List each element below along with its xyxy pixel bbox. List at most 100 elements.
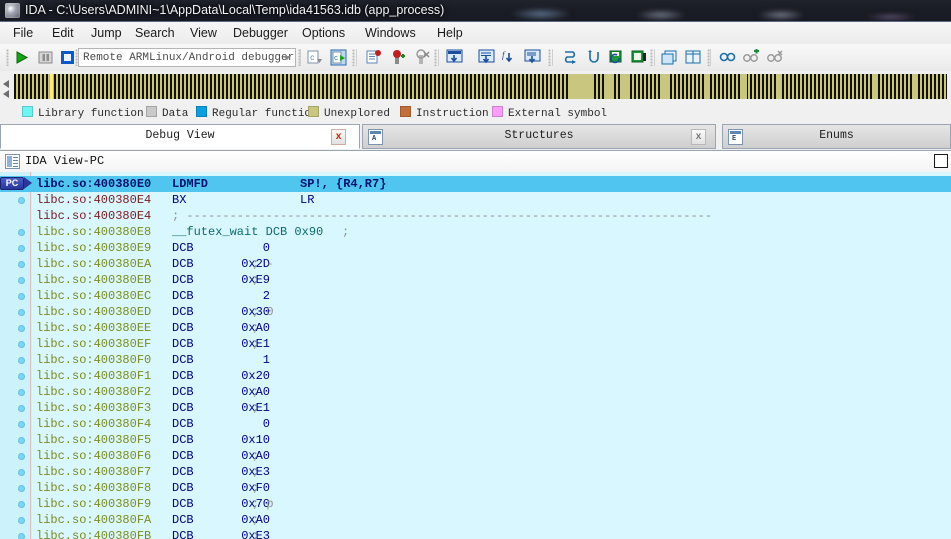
breakpoint-indicator-icon[interactable] (18, 341, 25, 348)
listing-row[interactable]: libc.so:400380E0 LDMFD SP!, {R4,R7} (0, 176, 951, 192)
legend-label: External symbol (508, 108, 608, 120)
breakpoint-indicator-icon[interactable] (18, 309, 25, 316)
breakpoint-indicator-icon[interactable] (18, 421, 25, 428)
breakpoint-indicator-icon[interactable] (18, 373, 25, 380)
pause-button[interactable] (36, 48, 57, 69)
listing-row[interactable]: libc.so:400380F7 DCB 0xE3; (0, 464, 951, 480)
stop-button[interactable] (58, 48, 79, 69)
jump-forward-button[interactable] (560, 48, 581, 69)
listing-row[interactable]: libc.so:400380E8 __futex_wait DCB 0x90; (0, 224, 951, 240)
disassembly-listing[interactable]: libc.so:400380E0 LDMFD SP!, {R4,R7} libc.so… (0, 172, 951, 539)
window-title: IDA - C:\Users\ADMINI~1\AppData\Local\Te… (25, 3, 445, 17)
menu-item-view[interactable]: View (183, 24, 224, 42)
listing-row[interactable]: libc.so:400380F1 DCB 0x20 (0, 368, 951, 384)
menu-item-debugger[interactable]: Debugger (226, 24, 295, 42)
listing-row[interactable]: libc.so:400380EF DCB 0xE1; (0, 336, 951, 352)
add-watch-button[interactable] (742, 48, 763, 69)
add-breakpoint-button[interactable] (388, 48, 409, 69)
toolbar-grip[interactable] (434, 49, 437, 66)
step-over-button[interactable] (477, 48, 498, 69)
del-breakpoint-button[interactable] (412, 48, 433, 69)
toolbar-grip[interactable] (548, 49, 551, 66)
listing-row[interactable]: libc.so:400380EE DCB 0xA0; (0, 320, 951, 336)
menu-item-help[interactable]: Help (430, 24, 470, 42)
listing-row[interactable]: libc.so:400380EB DCB 0xE9; (0, 272, 951, 288)
nav-marker-arrow2-icon (3, 90, 9, 98)
breakpoint-indicator-icon[interactable] (18, 325, 25, 332)
run-button[interactable] (12, 48, 33, 69)
step-over-c-button[interactable]: c (329, 48, 350, 69)
listing-row[interactable]: libc.so:400380F2 DCB 0xA0; (0, 384, 951, 400)
breakpoint-indicator-icon[interactable] (18, 245, 25, 252)
listing-mnemonic: __futex_wait DCB 0x90 (172, 225, 324, 239)
debugger-select[interactable]: Remote ARMLinux/Android debugger (78, 48, 296, 67)
navband-segment (872, 74, 877, 99)
save-db-button[interactable] (608, 48, 629, 69)
color-legend: Library function Data Regular function Unex… (0, 102, 951, 124)
breakpoint-indicator-icon[interactable] (18, 389, 25, 396)
step-out-button[interactable]: f (499, 48, 520, 69)
breakpoint-indicator-icon[interactable] (18, 469, 25, 476)
breakpoint-indicator-icon[interactable] (18, 277, 25, 284)
jump-forward-icon (561, 51, 578, 69)
breakpoint-indicator-icon[interactable] (18, 453, 25, 460)
breakpoint-indicator-icon[interactable] (18, 405, 25, 412)
disassembly-view-icon (5, 154, 20, 169)
close-icon[interactable]: x (691, 129, 706, 145)
menu-item-options[interactable]: Options (295, 24, 352, 42)
listing-row[interactable]: libc.so:400380F9 DCB 0x70; p (0, 496, 951, 512)
menu-item-edit[interactable]: Edit (45, 24, 81, 42)
listing-comment: ; - (252, 257, 274, 271)
listing-row[interactable]: libc.so:400380E4 BX LR (0, 192, 951, 208)
tab-enums[interactable]: E Enums (722, 124, 951, 149)
listing-row[interactable]: libc.so:400380EC DCB 2 (0, 288, 951, 304)
del-watch-button[interactable] (766, 48, 787, 69)
add-watch-icon (743, 48, 760, 69)
listing-row[interactable]: libc.so:400380E4 ; ----------------------… (0, 208, 951, 224)
ida-view-pc-maximize-button[interactable] (934, 154, 948, 168)
listing-row[interactable]: libc.so:400380FB DCB 0xE3; (0, 528, 951, 539)
breakpoint-indicator-icon[interactable] (18, 197, 25, 204)
listing-mnemonic: DCB (172, 449, 194, 463)
listing-row[interactable]: libc.so:400380F5 DCB 0x10 (0, 432, 951, 448)
navigation-band[interactable] (14, 74, 947, 99)
breakpoint-indicator-icon[interactable] (18, 293, 25, 300)
breakpoint-indicator-icon[interactable] (18, 261, 25, 268)
toolbar-grip[interactable] (352, 49, 355, 66)
breakpoint-indicator-icon[interactable] (18, 533, 25, 539)
step-into-button[interactable] (445, 48, 466, 69)
tile-windows-button[interactable] (684, 48, 705, 69)
listing-row[interactable]: libc.so:400380F3 DCB 0xE1; (0, 400, 951, 416)
breakpoint-indicator-icon[interactable] (18, 517, 25, 524)
attach-process-button[interactable] (630, 48, 651, 69)
breakpoint-indicator-icon[interactable] (18, 437, 25, 444)
breakpoint-indicator-icon[interactable] (18, 485, 25, 492)
listing-comment: ; (252, 529, 260, 539)
breakpoint-list-button[interactable] (364, 48, 385, 69)
listing-row[interactable]: libc.so:400380FA DCB 0xA0; (0, 512, 951, 528)
listing-row[interactable]: libc.so:400380EA DCB 0x2D; - (0, 256, 951, 272)
watch-view-button[interactable] (718, 48, 739, 69)
menu-item-jump[interactable]: Jump (84, 24, 129, 42)
listing-row[interactable]: libc.so:400380F0 DCB 1 (0, 352, 951, 368)
run-to-cursor-button[interactable] (523, 48, 544, 69)
step-into-c-button[interactable]: c (305, 48, 326, 69)
jump-back-button[interactable] (584, 48, 605, 69)
tab-debug-view[interactable]: Debug View x (0, 124, 360, 149)
listing-row[interactable]: libc.so:400380F4 DCB 0 (0, 416, 951, 432)
close-icon[interactable]: x (331, 129, 346, 145)
toolbar-grip[interactable] (6, 49, 9, 66)
breakpoint-indicator-icon[interactable] (18, 501, 25, 508)
menu-item-search[interactable]: Search (128, 24, 182, 42)
listing-row[interactable]: libc.so:400380F6 DCB 0xA0; (0, 448, 951, 464)
open-subviews-button[interactable] (660, 48, 681, 69)
menu-item-file[interactable]: File (6, 24, 40, 42)
menu-item-windows[interactable]: Windows (358, 24, 423, 42)
tab-structures[interactable]: A Structures x (362, 124, 716, 149)
listing-mnemonic: DCB (172, 497, 194, 511)
listing-row[interactable]: libc.so:400380ED DCB 0x30; 0 (0, 304, 951, 320)
listing-row[interactable]: libc.so:400380E9 DCB 0 (0, 240, 951, 256)
breakpoint-indicator-icon[interactable] (18, 229, 25, 236)
breakpoint-indicator-icon[interactable] (18, 357, 25, 364)
listing-row[interactable]: libc.so:400380F8 DCB 0xF0; (0, 480, 951, 496)
